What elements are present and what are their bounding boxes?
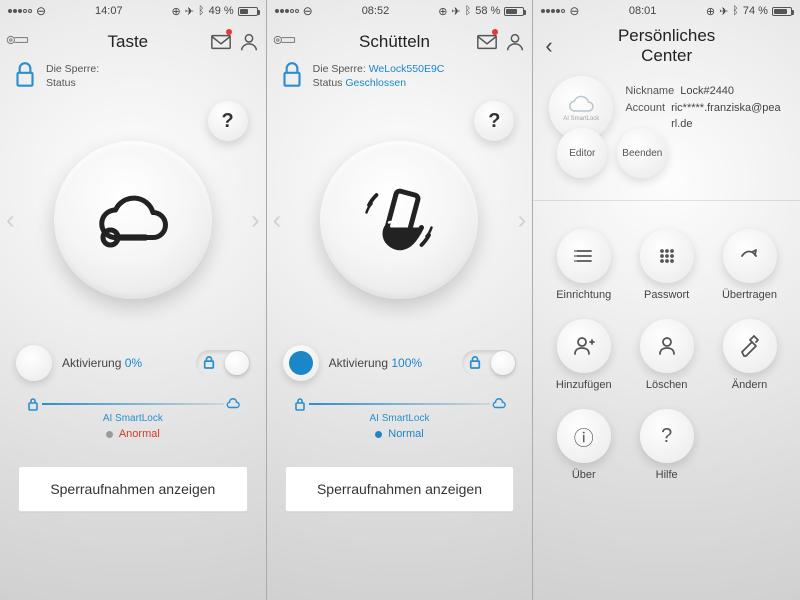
clock: 08:01: [629, 5, 657, 17]
gps-icon: ⊕: [706, 5, 715, 18]
next-icon[interactable]: ›: [518, 205, 527, 236]
signal-icon: [275, 9, 299, 13]
alarm-icon: ✈: [451, 5, 460, 18]
next-icon[interactable]: ›: [251, 205, 260, 236]
signal-icon: [8, 9, 32, 13]
profile-icon[interactable]: [238, 31, 260, 53]
bluetooth-icon: ᛒ: [732, 5, 739, 17]
lock-status: Die Sperre: Status: [46, 62, 99, 90]
setup-button[interactable]: Einrichtung: [545, 229, 622, 301]
help-button[interactable]: ?: [208, 101, 248, 141]
battery-text: 58 %: [475, 5, 500, 17]
connection-status: Anormal: [0, 428, 266, 440]
activation-indicator: [283, 345, 319, 381]
battery-text: 49 %: [209, 5, 234, 17]
cloud-node-icon: [226, 397, 240, 411]
status-bar: ⊖ 14:07 ⊕ ✈ ᛒ 49 %: [0, 0, 266, 22]
lock-node-icon: [26, 397, 40, 411]
status-bar: ⊖ 08:52 ⊕ ✈ ᛒ 58 %: [267, 0, 533, 22]
battery-icon: [238, 7, 258, 16]
clock: 14:07: [95, 5, 123, 17]
bluetooth-icon: ᛒ: [465, 5, 472, 17]
add-user-button[interactable]: Hinzufügen: [545, 319, 622, 391]
screen-personal-center: ⊖ 08:01 ⊕ ✈ ᛒ 74 % ‹ Persönliches Center…: [533, 0, 800, 600]
question-icon: ?: [661, 425, 672, 448]
page-title: Schütteln: [359, 32, 430, 52]
brand-label: AI SmartLock: [267, 413, 533, 424]
records-icon[interactable]: [273, 33, 297, 52]
messages-icon[interactable]: [476, 31, 498, 53]
user-icon: [655, 334, 679, 358]
connection-status: Normal: [267, 428, 533, 440]
battery-icon: [772, 7, 792, 16]
activation-row: Aktivierung 100%: [267, 345, 533, 387]
carrier-icon: ⊖: [303, 4, 313, 18]
unlock-button[interactable]: [54, 141, 212, 299]
eraser-icon: [738, 334, 762, 358]
transfer-button[interactable]: Übertragen: [711, 229, 788, 301]
prev-icon[interactable]: ‹: [273, 205, 282, 236]
editor-button[interactable]: Editor: [557, 128, 607, 178]
account-info: NicknameLock#2440 Accountric*****.franzi…: [619, 83, 781, 133]
battery-text: 74 %: [743, 5, 768, 17]
screen-taste: ⊖ 14:07 ⊕ ✈ ᛒ 49 % Taste Die S: [0, 0, 267, 600]
messages-icon[interactable]: [210, 31, 232, 53]
show-records-button[interactable]: Sperraufnahmen anzeigen: [18, 466, 248, 512]
help-button[interactable]: ?: [474, 101, 514, 141]
header: Taste: [0, 22, 266, 60]
records-icon[interactable]: [6, 33, 30, 52]
cloud-node-icon: [492, 397, 506, 411]
alarm-icon: ✈: [719, 5, 728, 18]
connection-track: [26, 397, 240, 411]
back-button[interactable]: ‹: [539, 33, 552, 59]
shake-phone-icon: [359, 180, 439, 260]
about-button[interactable]: ⓘ Über: [545, 409, 622, 481]
list-icon: [572, 244, 596, 268]
carrier-icon: ⊖: [569, 4, 579, 18]
activation-row: Aktivierung 0%: [0, 345, 266, 387]
cloud-key-icon: [93, 180, 173, 260]
connection-track: [293, 397, 507, 411]
logout-button[interactable]: Beenden: [617, 128, 667, 178]
clock: 08:52: [362, 5, 390, 17]
activation-indicator: [16, 345, 52, 381]
help-button[interactable]: ? Hilfe: [628, 409, 705, 481]
unlock-button[interactable]: [320, 141, 478, 299]
gps-icon: ⊕: [438, 5, 447, 18]
screen-schuetteln: ⊖ 08:52 ⊕ ✈ ᛒ 58 % Schütteln D: [267, 0, 534, 600]
cloud-icon: [566, 95, 596, 115]
carrier-icon: ⊖: [36, 4, 46, 18]
header: Schütteln: [267, 22, 533, 60]
lock-toggle[interactable]: [462, 350, 516, 376]
status-bar: ⊖ 08:01 ⊕ ✈ ᛒ 74 %: [533, 0, 800, 22]
change-button[interactable]: Ändern: [711, 319, 788, 391]
signal-icon: [541, 9, 565, 13]
brand-label: AI SmartLock: [0, 413, 266, 424]
lock-icon: [12, 60, 38, 95]
gps-icon: ⊕: [172, 5, 181, 18]
lock-icon: [279, 60, 305, 95]
page-title: Taste: [108, 32, 149, 52]
bluetooth-icon: ᛒ: [198, 5, 205, 17]
user-plus-icon: [572, 334, 596, 358]
page-title: Persönliches Center: [595, 26, 738, 66]
prev-icon[interactable]: ‹: [6, 205, 15, 236]
lock-node-icon: [293, 397, 307, 411]
keypad-icon: [655, 244, 679, 268]
battery-icon: [504, 7, 524, 16]
show-records-button[interactable]: Sperraufnahmen anzeigen: [285, 466, 515, 512]
lock-status: Die Sperre: WeLock550E9C Status Geschlos…: [313, 62, 445, 90]
info-icon: ⓘ: [574, 422, 594, 451]
share-icon: [738, 244, 762, 268]
profile-icon[interactable]: [504, 31, 526, 53]
password-button[interactable]: Passwort: [628, 229, 705, 301]
alarm-icon: ✈: [185, 5, 194, 18]
header: ‹ Persönliches Center: [533, 22, 800, 68]
delete-user-button[interactable]: Löschen: [628, 319, 705, 391]
lock-toggle[interactable]: [196, 350, 250, 376]
